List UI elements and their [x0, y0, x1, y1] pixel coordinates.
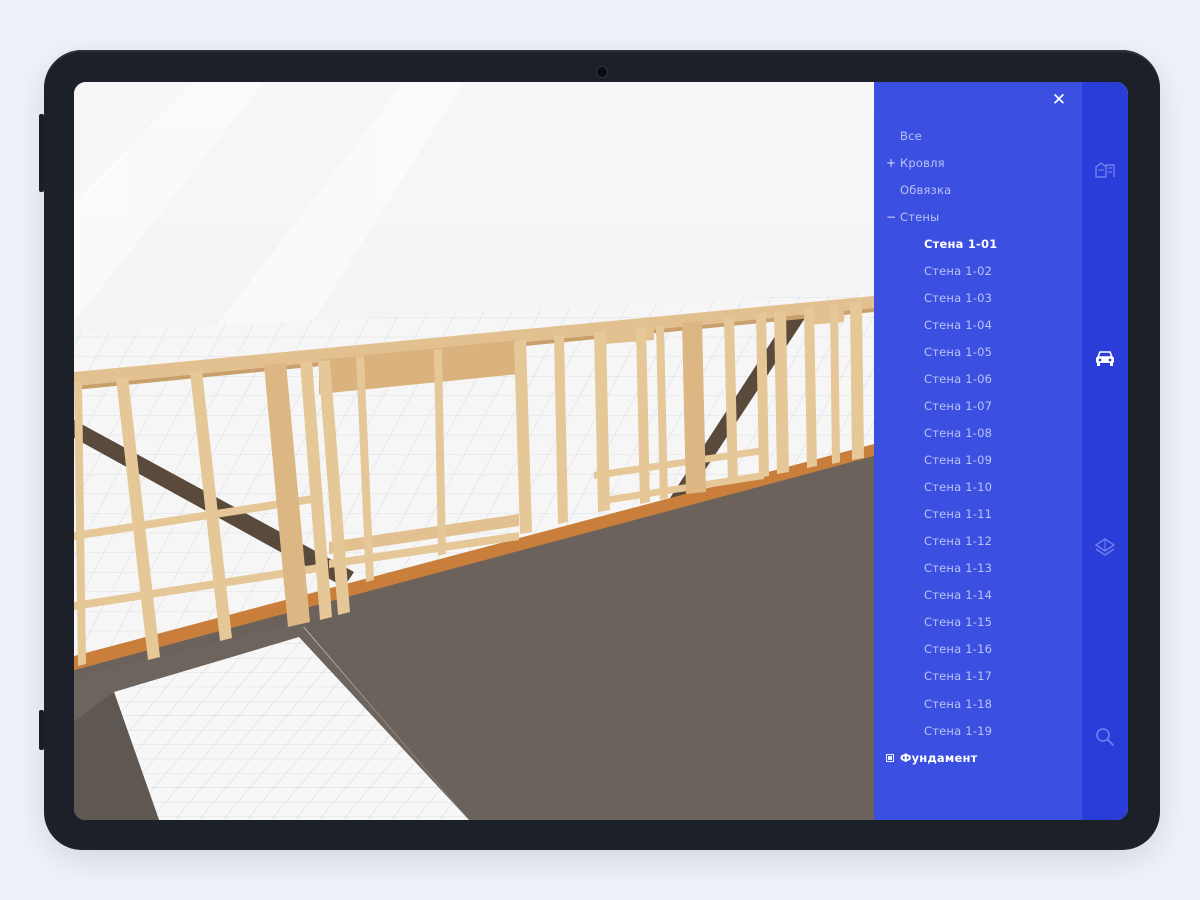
tree-item-walls[interactable]: − Стены [874, 203, 1082, 230]
layer-tree: Все + Кровля Обвязка − Стены Стена 1-01 … [874, 122, 1082, 771]
collapse-icon[interactable]: − [886, 210, 900, 224]
icon-rail [1082, 82, 1128, 820]
3d-scene [74, 82, 874, 820]
tree-item-label: Все [900, 128, 922, 143]
tree-item-wall[interactable]: Стена 1-10 [874, 474, 1082, 501]
tablet-side-button [39, 114, 44, 192]
tablet-volume-button [39, 710, 44, 750]
tree-item-label: Стена 1-07 [924, 398, 993, 413]
tree-item-wall[interactable]: Стена 1-02 [874, 257, 1082, 284]
tree-item-all[interactable]: Все [874, 122, 1082, 149]
tree-item-label: Стена 1-13 [924, 561, 993, 576]
tree-item-wall[interactable]: Стена 1-15 [874, 609, 1082, 636]
tree-item-label: Стена 1-19 [924, 723, 993, 738]
tree-item-wall[interactable]: Стена 1-16 [874, 636, 1082, 663]
tree-item-label: Стена 1-03 [924, 290, 993, 305]
tree-item-label: Стена 1-16 [924, 642, 993, 657]
front-camera [596, 66, 608, 78]
tree-item-wall[interactable]: Стена 1-18 [874, 690, 1082, 717]
screen: ✕ Все + Кровля Обвязка − Стены Стена 1-0… [74, 82, 1128, 820]
tree-item-label: Стена 1-10 [924, 480, 993, 495]
search-icon[interactable] [1094, 726, 1116, 748]
tree-item-wall[interactable]: Стена 1-13 [874, 555, 1082, 582]
layers-panel: ✕ Все + Кровля Обвязка − Стены Стена 1-0… [874, 82, 1082, 820]
tree-item-roof[interactable]: + Кровля [874, 149, 1082, 176]
tree-item-label: Стена 1-02 [924, 263, 993, 278]
tree-item-label: Стена 1-14 [924, 588, 993, 603]
close-icon: ✕ [1051, 90, 1067, 110]
tree-item-label: Стена 1-11 [924, 507, 993, 522]
checkbox-icon[interactable] [886, 753, 894, 762]
tree-item-label: Стена 1-08 [924, 426, 993, 441]
tree-item-wall[interactable]: Стена 1-04 [874, 311, 1082, 338]
tree-item-label: Стена 1-15 [924, 615, 993, 630]
3d-viewport[interactable] [74, 82, 874, 820]
tree-item-label: Стена 1-18 [924, 696, 993, 711]
tree-item-wall[interactable]: Стена 1-07 [874, 392, 1082, 419]
house-icon[interactable] [1094, 158, 1116, 180]
tree-item-label: Стена 1-06 [924, 371, 993, 386]
tree-item-label: Стена 1-01 [924, 236, 998, 251]
expand-icon[interactable]: + [886, 156, 900, 170]
tree-item-wall[interactable]: Стена 1-05 [874, 338, 1082, 365]
tree-item-label: Кровля [900, 155, 945, 170]
tree-item-wall[interactable]: Стена 1-11 [874, 501, 1082, 528]
tree-item-wall[interactable]: Стена 1-09 [874, 447, 1082, 474]
tree-item-label: Стена 1-09 [924, 453, 993, 468]
tree-item-foundation[interactable]: Фундамент [874, 744, 1082, 771]
tree-item-label: Стена 1-12 [924, 534, 993, 549]
tree-item-wall[interactable]: Стена 1-14 [874, 582, 1082, 609]
close-button[interactable]: ✕ [1047, 88, 1071, 112]
tree-item-wall[interactable]: Стена 1-01 [874, 230, 1082, 257]
car-icon[interactable] [1094, 347, 1116, 369]
tree-item-strapping[interactable]: Обвязка [874, 176, 1082, 203]
tree-item-wall[interactable]: Стена 1-19 [874, 717, 1082, 744]
tree-item-wall[interactable]: Стена 1-08 [874, 420, 1082, 447]
tree-item-label: Фундамент [900, 750, 978, 765]
tree-item-wall[interactable]: Стена 1-17 [874, 663, 1082, 690]
tree-item-label: Стена 1-05 [924, 344, 993, 359]
tree-item-wall[interactable]: Стена 1-03 [874, 284, 1082, 311]
tree-item-label: Стена 1-17 [924, 669, 993, 684]
tree-item-wall[interactable]: Стена 1-12 [874, 528, 1082, 555]
tree-item-label: Стены [900, 209, 940, 224]
layers-icon[interactable] [1094, 536, 1116, 558]
tree-item-label: Обвязка [900, 182, 952, 197]
tree-item-label: Стена 1-04 [924, 317, 993, 332]
tree-item-wall[interactable]: Стена 1-06 [874, 365, 1082, 392]
